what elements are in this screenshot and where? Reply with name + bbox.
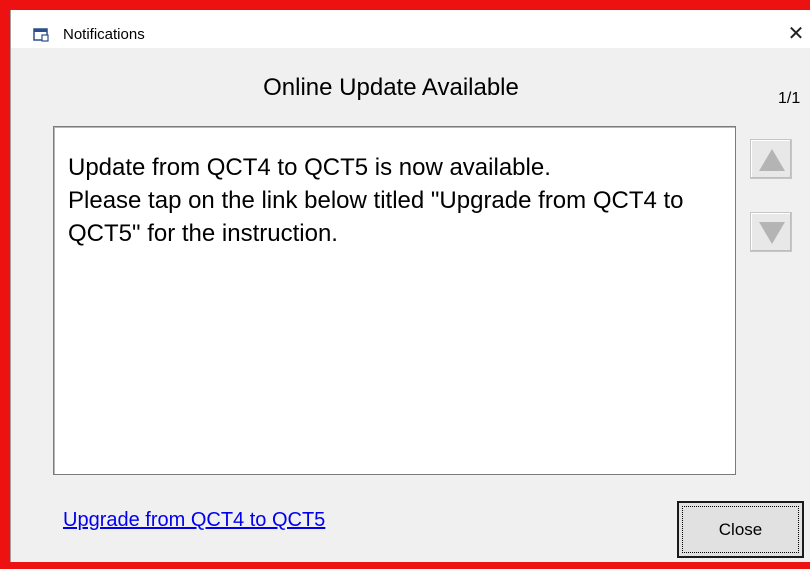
page-counter: 1/1	[778, 90, 801, 107]
close-button-label: Close	[682, 506, 799, 553]
close-icon[interactable]: ✕	[785, 23, 807, 45]
title-bar: Notifications ✕	[11, 10, 810, 48]
close-button[interactable]: Close	[677, 501, 804, 558]
previous-notification-button[interactable]	[750, 139, 792, 179]
triangle-down-icon	[759, 222, 785, 244]
triangle-up-icon	[759, 149, 785, 171]
window-title: Notifications	[63, 26, 145, 43]
window-icon	[33, 28, 49, 42]
notifications-window: Notifications ✕ Online Update Available …	[10, 10, 810, 562]
upgrade-link[interactable]: Upgrade from QCT4 to QCT5	[63, 509, 325, 532]
message-box[interactable]: Update from QCT4 to QCT5 is now availabl…	[53, 126, 736, 475]
notification-heading: Online Update Available	[263, 74, 519, 101]
message-text: Update from QCT4 to QCT5 is now availabl…	[68, 154, 684, 247]
next-notification-button[interactable]	[750, 212, 792, 252]
